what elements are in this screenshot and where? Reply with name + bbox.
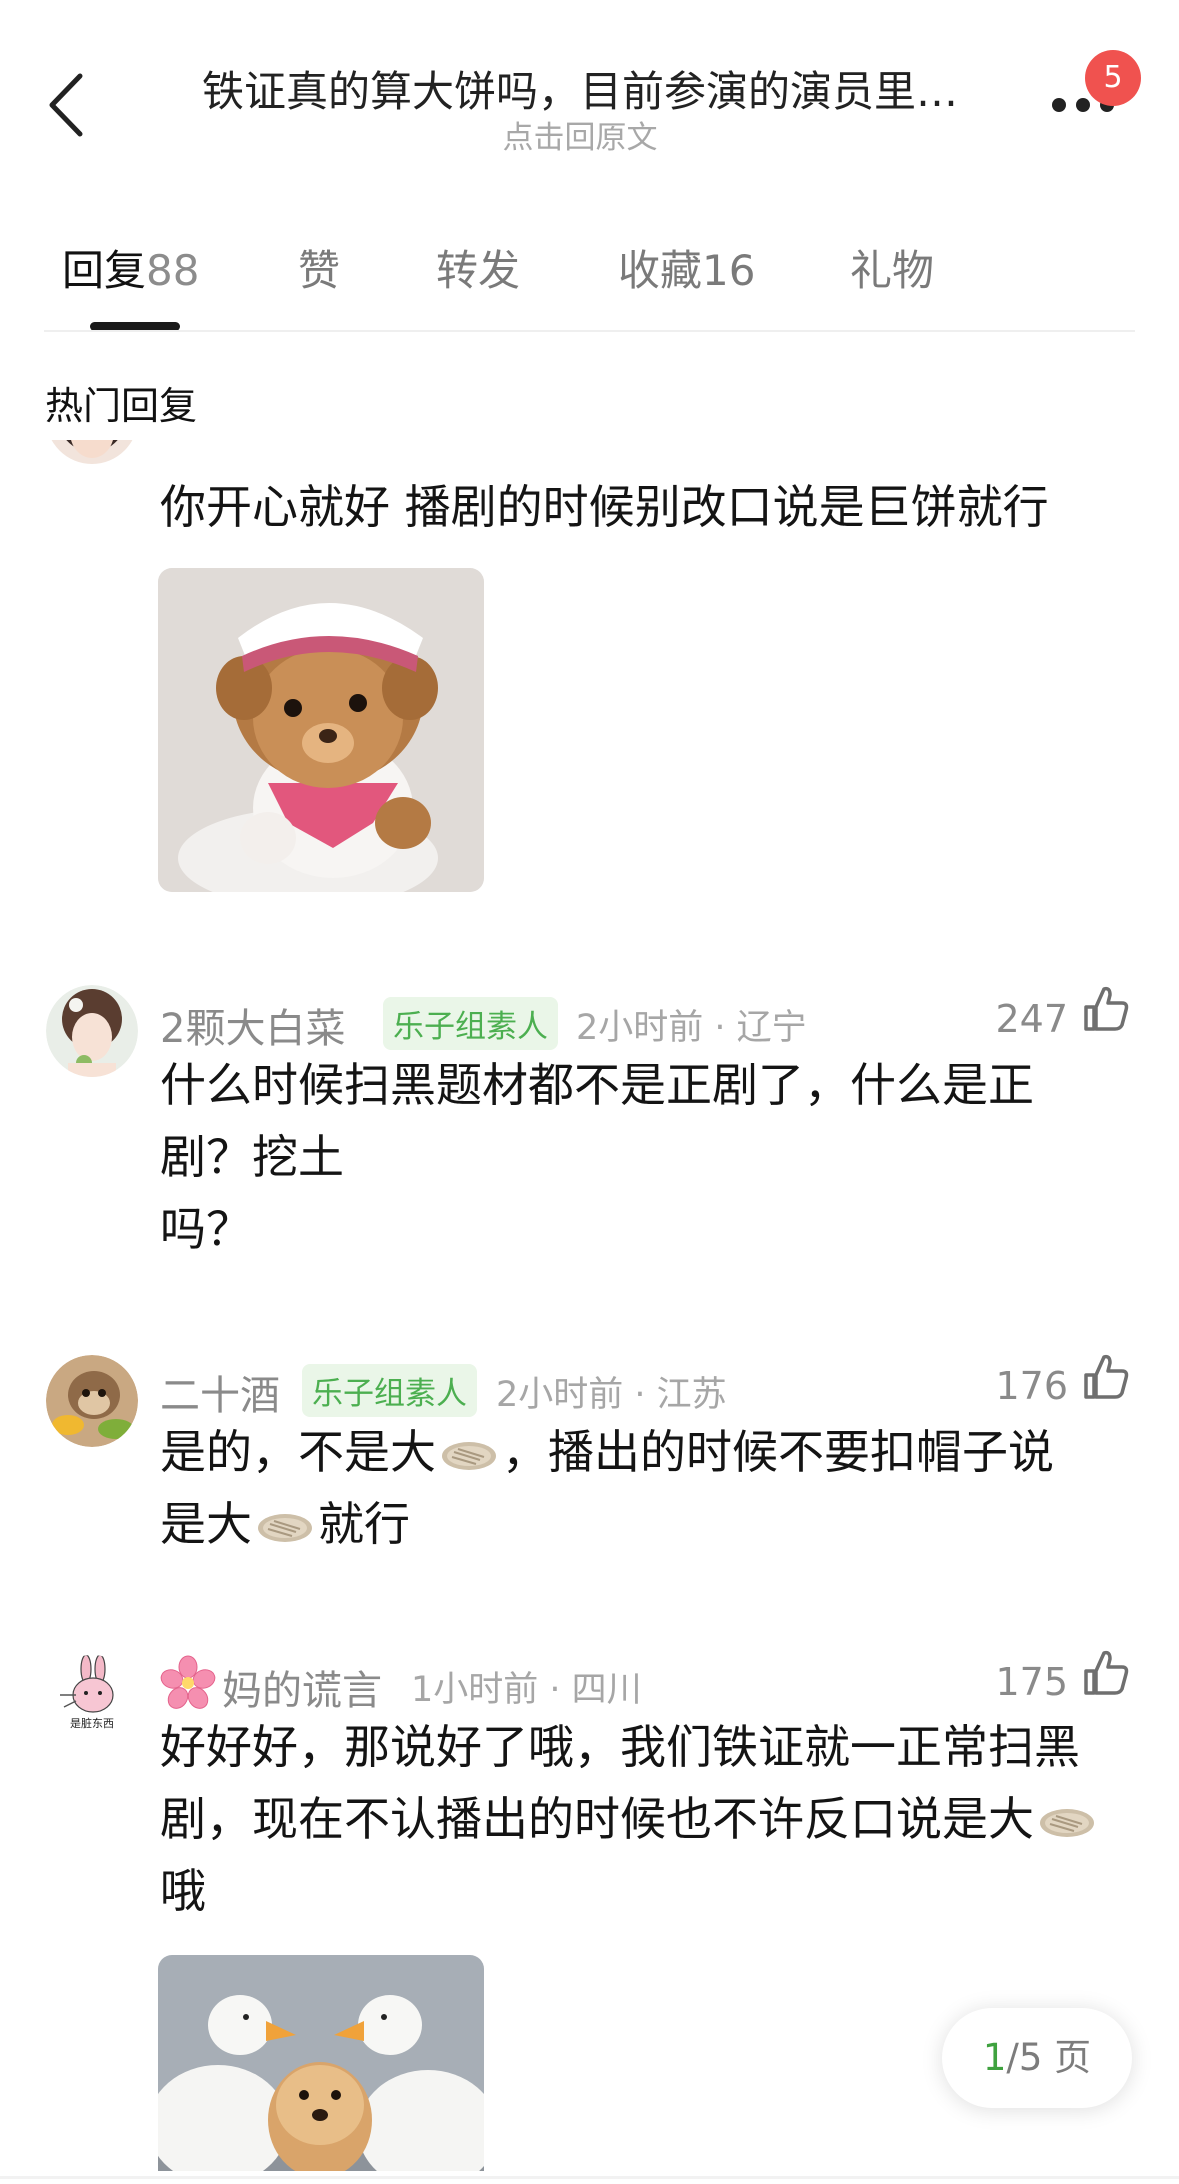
like-count: 247 bbox=[995, 997, 1068, 1041]
comment-text-fragment: 就行 bbox=[318, 1497, 410, 1551]
thumbs-up-icon[interactable] bbox=[1082, 1649, 1130, 1697]
comment-text-fragment: 剧，现在不认播出的时候也不许反口说是大 bbox=[160, 1792, 1034, 1846]
flatbread-emoji-icon bbox=[442, 1441, 496, 1470]
username[interactable]: 妈的谎言 bbox=[222, 1658, 382, 1716]
comment-text-line: 剧，现在不认播出的时候也不许反口说是大 bbox=[160, 1782, 1100, 1856]
comment-text-line: 剧？挖土 bbox=[160, 1130, 344, 1184]
user-tag-badge: 乐子组素人 bbox=[383, 997, 558, 1050]
clipped-avatar bbox=[0, 440, 1179, 465]
location: 四川 bbox=[571, 1670, 642, 1710]
comment-meta: 2小时前 · 江苏 bbox=[496, 1375, 727, 1415]
tab-replies[interactable]: 回复88 bbox=[62, 237, 199, 298]
flatbread-emoji-icon bbox=[258, 1513, 312, 1542]
current-page: 1 bbox=[982, 2036, 1007, 2079]
avatar[interactable]: 是脏东西 bbox=[46, 1655, 138, 1747]
thumbs-up-icon[interactable] bbox=[1082, 985, 1130, 1033]
location: 江苏 bbox=[656, 1375, 727, 1415]
thumbs-up-icon[interactable] bbox=[1082, 1353, 1130, 1401]
avatar-caption: 是脏东西 bbox=[70, 1717, 114, 1730]
notification-badge: 5 bbox=[1085, 50, 1141, 106]
location: 辽宁 bbox=[736, 1008, 807, 1048]
comment-text-line: 是的，不是大 ，播出的时候不要扣帽子说 bbox=[160, 1415, 1054, 1489]
comment-text-fragment: 是的，不是大 bbox=[160, 1425, 436, 1479]
total-pages: /5 页 bbox=[1006, 2036, 1092, 2079]
teddy-bear-sticker-image[interactable] bbox=[158, 568, 484, 892]
tab-count: 88 bbox=[146, 246, 200, 295]
comment-item: 2颗大白菜 乐子组素人 2小时前 · 辽宁 247 什么时候扫黑题材都不是正剧了… bbox=[0, 985, 1179, 1275]
tab-label: 回复 bbox=[62, 246, 147, 295]
comment-text-fragment: 是大 bbox=[160, 1497, 252, 1551]
tab-gifts[interactable]: 礼物 bbox=[850, 237, 934, 298]
comment-text: 你开心就好 播剧的时候别改口说是巨饼就行 bbox=[160, 480, 1049, 534]
avatar[interactable] bbox=[46, 1355, 138, 1447]
post-title[interactable]: 铁证真的算大饼吗，目前参演的演员里… bbox=[150, 58, 1010, 119]
comment-item: 二十酒 乐子组素人 2小时前 · 江苏 176 是的，不是大 ，播出的时候不要扣帽… bbox=[0, 1353, 1179, 1575]
comment-text-line: 什么时候扫黑题材都不是正剧了，什么是正 bbox=[160, 1058, 1034, 1112]
comment-text-line: 是大 就行 bbox=[160, 1487, 410, 1561]
divider bbox=[0, 2176, 1179, 2179]
cherry-blossom-icon bbox=[160, 1655, 216, 1709]
comment-text-line: 吗？ bbox=[160, 1202, 252, 1256]
username[interactable]: 二十酒 bbox=[160, 1363, 280, 1421]
comment-meta: 1小时前 · 四川 bbox=[411, 1670, 642, 1710]
back-to-original-link[interactable]: 点击回原文 bbox=[380, 112, 780, 157]
timestamp: 2小时前 bbox=[496, 1375, 624, 1415]
username[interactable]: 2颗大白菜 bbox=[160, 996, 345, 1054]
comment-meta: 2小时前 · 辽宁 bbox=[576, 1008, 807, 1048]
tab-label: 转发 bbox=[436, 246, 521, 295]
back-arrow-icon[interactable] bbox=[42, 70, 92, 140]
tab-count: 16 bbox=[702, 246, 756, 295]
flatbread-emoji-icon bbox=[1040, 1808, 1094, 1837]
like-count: 176 bbox=[995, 1364, 1068, 1408]
comment-text-line: 好好好，那说好了哦，我们铁证就一正常扫黑 bbox=[160, 1720, 1080, 1774]
tab-label: 礼物 bbox=[850, 246, 935, 295]
timestamp: 2小时前 bbox=[576, 1008, 704, 1048]
user-tag-badge: 乐子组素人 bbox=[302, 1364, 477, 1417]
tab-label: 赞 bbox=[298, 246, 341, 295]
section-title: 热门回复 bbox=[45, 384, 198, 428]
dog-and-ducks-image[interactable] bbox=[158, 1955, 484, 2171]
comment-text-line: 哦 bbox=[160, 1864, 206, 1918]
divider bbox=[44, 330, 1135, 332]
page-indicator[interactable]: 1/5 页 bbox=[942, 2008, 1132, 2108]
avatar[interactable] bbox=[46, 440, 138, 464]
tab-likes[interactable]: 赞 bbox=[298, 237, 340, 298]
like-count: 175 bbox=[995, 1660, 1068, 1704]
timestamp: 1小时前 bbox=[411, 1670, 539, 1710]
tab-label: 收藏 bbox=[618, 246, 703, 295]
tab-reposts[interactable]: 转发 bbox=[436, 237, 520, 298]
comment-item: 你开心就好 播剧的时候别改口说是巨饼就行 bbox=[0, 440, 1179, 910]
comment-text-fragment: ，播出的时候不要扣帽子说 bbox=[502, 1425, 1054, 1479]
tab-favorites[interactable]: 收藏16 bbox=[618, 237, 755, 298]
avatar[interactable] bbox=[46, 985, 138, 1077]
